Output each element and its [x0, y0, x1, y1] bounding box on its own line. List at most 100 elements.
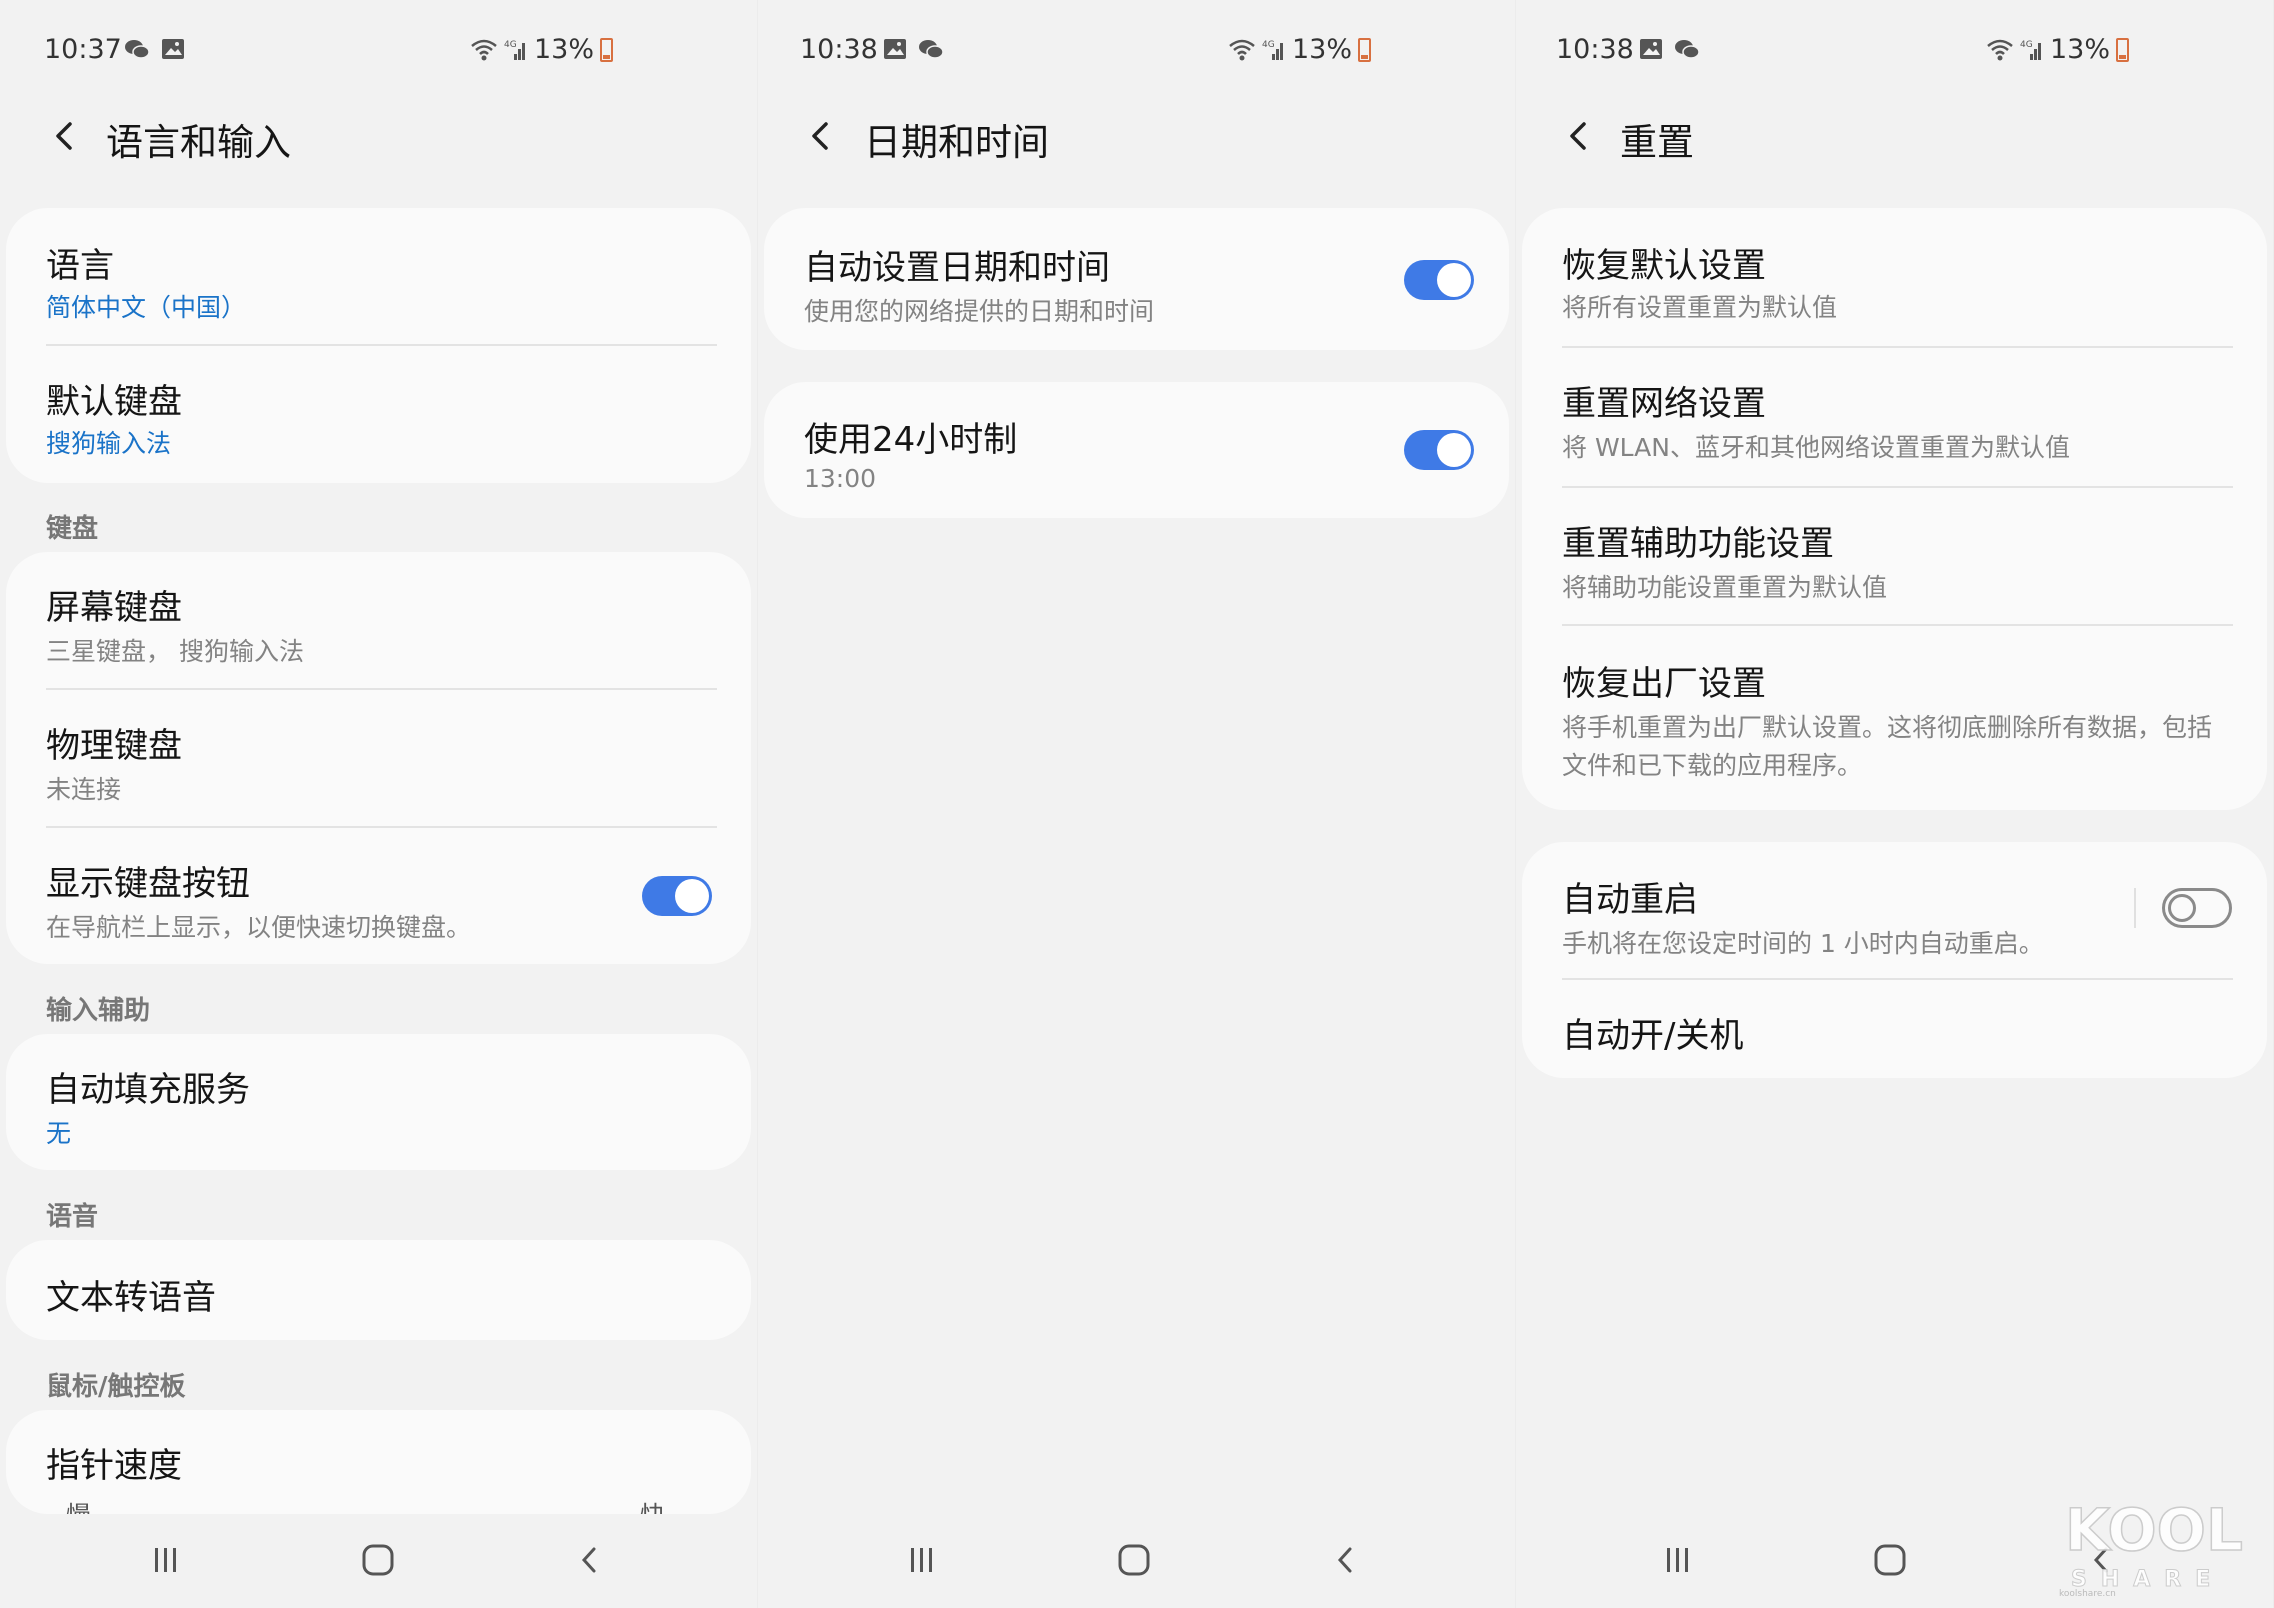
auto-datetime-toggle[interactable] [1404, 260, 1474, 300]
svg-text:KOOL: KOOL [2065, 1496, 2243, 1564]
reset-defaults-title: 恢复默认设置 [1562, 246, 1766, 286]
battery-percent: 13% [534, 34, 595, 65]
home-icon [1874, 1544, 1906, 1576]
status-bar: 10:38 4G 13% [758, 34, 1515, 72]
battery-percent: 13% [2050, 34, 2111, 65]
recents-button[interactable] [892, 1530, 952, 1590]
section-header-input-assist: 输入辅助 [46, 996, 151, 1026]
battery-icon [1358, 37, 1372, 62]
wechat-icon [919, 40, 944, 59]
card-reset-options: 恢复默认设置 将所有设置重置为默认值 重置网络设置 将 WLAN、蓝牙和其他网络… [1522, 208, 2267, 810]
home-button[interactable] [1104, 1530, 1164, 1590]
home-button[interactable] [348, 1530, 408, 1590]
auto-restart-toggle[interactable] [2162, 888, 2232, 928]
show-keyboard-button-sub: 在导航栏上显示，以便快速切换键盘。 [46, 913, 472, 942]
reset-defaults-sub: 将所有设置重置为默认值 [1562, 293, 1838, 322]
wechat-icon [1675, 40, 1700, 59]
onscreen-keyboard-item[interactable]: 屏幕键盘 三星键盘， 搜狗输入法 [6, 552, 751, 688]
section-header-speech: 语音 [46, 1202, 99, 1232]
tts-item[interactable]: 文本转语音 [6, 1240, 751, 1340]
factory-reset-sub-line1: 将手机重置为出厂默认设置。这将彻底删除所有数据，包括 [1562, 713, 2213, 742]
auto-restart-item[interactable]: 自动重启 手机将在您设定时间的 1 小时内自动重启。 [1522, 842, 2267, 978]
pointer-slow-label: 慢 [66, 1496, 91, 1514]
auto-power-item[interactable]: 自动开/关机 [1522, 980, 2267, 1078]
back-arrow-icon[interactable] [44, 116, 84, 156]
navigation-bar [0, 1530, 757, 1590]
recents-icon [155, 1548, 176, 1572]
page-title: 日期和时间 [864, 121, 1049, 164]
pointer-speed-item[interactable]: 指针速度 慢 快 [6, 1410, 751, 1514]
wifi-icon [1229, 39, 1255, 60]
svg-text:4G: 4G [2020, 40, 2033, 50]
language-title: 语言 [46, 246, 114, 286]
onscreen-keyboard-title: 屏幕键盘 [46, 588, 182, 628]
svg-text:koolshare.cn: koolshare.cn [2059, 1589, 2116, 1599]
recents-icon [1667, 1548, 1688, 1572]
use-24h-item[interactable]: 使用24小时制 13:00 [764, 382, 1509, 518]
auto-power-title: 自动开/关机 [1562, 1016, 1744, 1056]
reset-network-title: 重置网络设置 [1562, 384, 1766, 424]
page-title: 重置 [1620, 121, 1694, 164]
wifi-icon [471, 39, 497, 60]
reset-accessibility-item[interactable]: 重置辅助功能设置 将辅助功能设置重置为默认值 [1522, 488, 2267, 624]
screen-language-input: 10:37 4G 13% 语言和输入 语言 简体中文（中国） 默认键盘 搜狗输入… [0, 0, 757, 1608]
factory-reset-item[interactable]: 恢复出厂设置 将手机重置为出厂默认设置。这将彻底删除所有数据，包括 文件和已下载… [1522, 626, 2267, 810]
autofill-title: 自动填充服务 [46, 1070, 250, 1110]
signal-4g-icon: 4G [1262, 40, 1283, 60]
svg-text:4G: 4G [504, 40, 517, 50]
home-button[interactable] [1860, 1530, 1920, 1590]
wifi-icon [1987, 39, 2013, 60]
back-arrow-icon[interactable] [1558, 116, 1598, 156]
screen-reset: 10:38 4G 13% 重置 恢复默认设置 将所有设置重置为默认值 重置网络设… [1516, 0, 2273, 1608]
status-bar: 10:38 4G 13% [1516, 34, 2273, 72]
autofill-value: 无 [46, 1119, 72, 1148]
tts-title: 文本转语音 [46, 1278, 216, 1318]
back-nav-icon [1337, 1547, 1352, 1573]
card-autofill: 自动填充服务 无 [6, 1034, 751, 1170]
language-item[interactable]: 语言 简体中文（中国） [6, 208, 751, 344]
image-icon [1640, 39, 1662, 59]
status-time: 10:38 [1556, 34, 1634, 65]
recents-icon [911, 1548, 932, 1572]
use-24h-title: 使用24小时制 [804, 420, 1018, 460]
default-keyboard-title: 默认键盘 [46, 382, 182, 422]
section-header-mouse: 鼠标/触控板 [46, 1372, 186, 1402]
koolshare-watermark-logo: KOOL SHARE koolshare.cn [2059, 1495, 2244, 1599]
physical-keyboard-title: 物理键盘 [46, 726, 182, 766]
svg-text:4G: 4G [1262, 40, 1275, 50]
screen-date-time: 10:38 4G 13% 日期和时间 自动设置日期和时间 使用您的网络提供的日期… [758, 0, 1515, 1608]
battery-icon [600, 37, 614, 62]
home-icon [1118, 1544, 1150, 1576]
physical-keyboard-item[interactable]: 物理键盘 未连接 [6, 690, 751, 826]
reset-network-item[interactable]: 重置网络设置 将 WLAN、蓝牙和其他网络设置重置为默认值 [1522, 348, 2267, 486]
home-icon [362, 1544, 394, 1576]
signal-4g-icon: 4G [2020, 40, 2041, 60]
show-keyboard-button-item[interactable]: 显示键盘按钮 在导航栏上显示，以便快速切换键盘。 [6, 828, 751, 964]
card-tts: 文本转语音 [6, 1240, 751, 1340]
back-button[interactable] [1316, 1530, 1376, 1590]
app-bar: 重置 [1516, 108, 2273, 168]
default-keyboard-item[interactable]: 默认键盘 搜狗输入法 [6, 346, 751, 483]
back-arrow-icon[interactable] [800, 116, 840, 156]
battery-icon [2116, 37, 2130, 62]
auto-datetime-item[interactable]: 自动设置日期和时间 使用您的网络提供的日期和时间 [764, 208, 1509, 350]
card-auto-restart: 自动重启 手机将在您设定时间的 1 小时内自动重启。 自动开/关机 [1522, 842, 2267, 1078]
auto-datetime-sub: 使用您的网络提供的日期和时间 [804, 297, 1155, 326]
back-button[interactable] [560, 1530, 620, 1590]
recents-button[interactable] [1648, 1530, 1708, 1590]
reset-defaults-item[interactable]: 恢复默认设置 将所有设置重置为默认值 [1522, 208, 2267, 346]
recents-button[interactable] [136, 1530, 196, 1590]
signal-4g-icon: 4G [504, 40, 525, 60]
show-keyboard-button-toggle[interactable] [642, 876, 712, 916]
use-24h-toggle[interactable] [1404, 430, 1474, 470]
pointer-speed-title: 指针速度 [46, 1446, 182, 1486]
language-value: 简体中文（中国） [46, 293, 247, 322]
autofill-item[interactable]: 自动填充服务 无 [6, 1034, 751, 1170]
pointer-fast-label: 快 [640, 1496, 665, 1514]
factory-reset-sub-line2: 文件和已下载的应用程序。 [1562, 751, 1863, 780]
reset-accessibility-sub: 将辅助功能设置重置为默认值 [1562, 573, 1888, 602]
navigation-bar [758, 1530, 1515, 1590]
auto-restart-sub: 手机将在您设定时间的 1 小时内自动重启。 [1562, 929, 2044, 958]
physical-keyboard-sub: 未连接 [46, 775, 122, 804]
auto-datetime-title: 自动设置日期和时间 [804, 248, 1110, 288]
